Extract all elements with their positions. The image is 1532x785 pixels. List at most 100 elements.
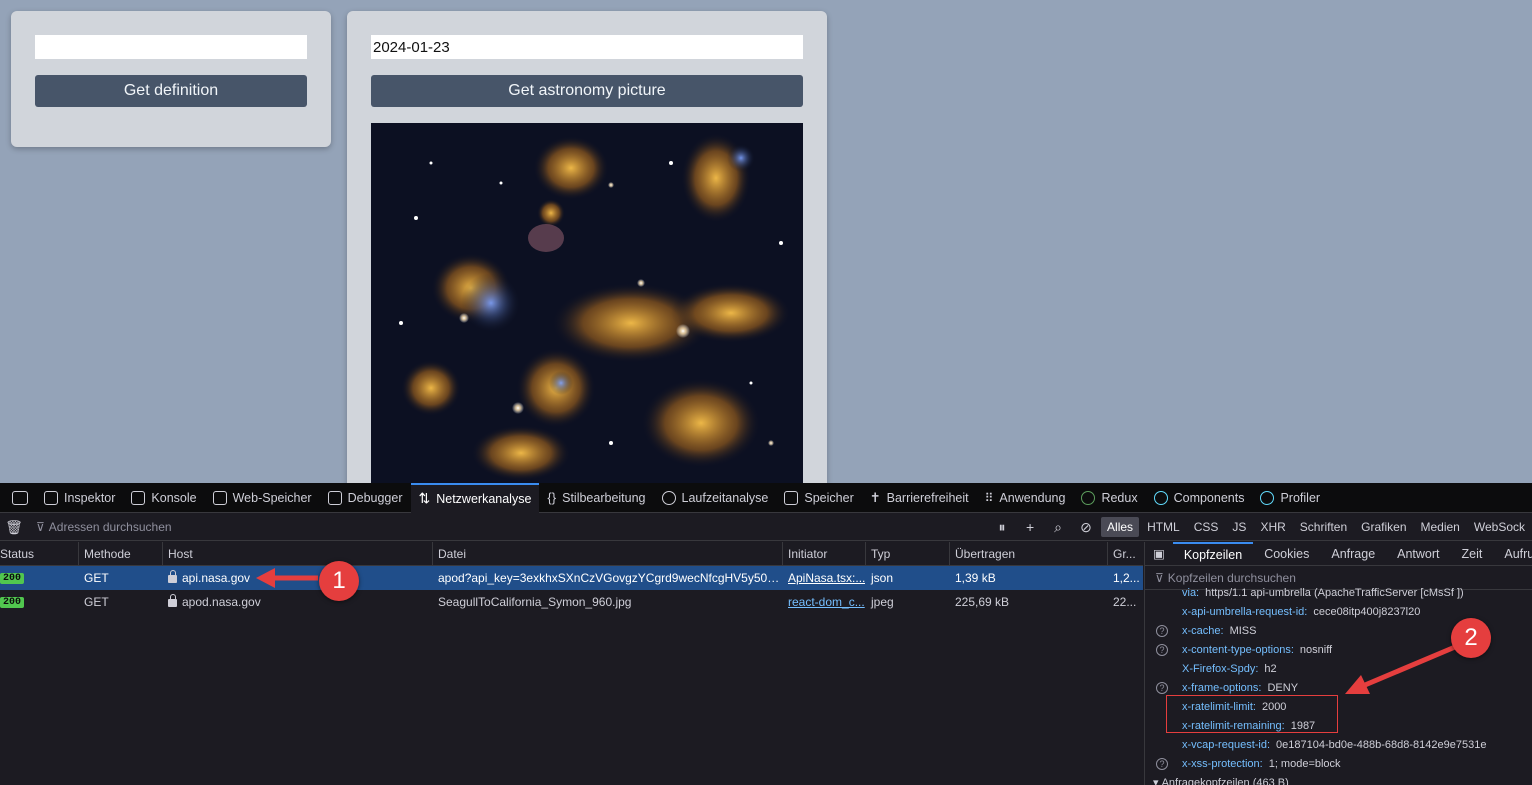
devtools-toolbar: Inspektor Konsole Web-Speicher Debugger … bbox=[0, 482, 1532, 513]
table-row[interactable]: 200 GET api.nasa.gov apod?api_key=3exkhx… bbox=[0, 566, 1143, 590]
tab-antwort[interactable]: Antwort bbox=[1386, 542, 1450, 566]
request-size: 22... bbox=[1113, 595, 1137, 609]
tab-profiler[interactable]: Profiler bbox=[1252, 483, 1328, 513]
header-value: h2 bbox=[1264, 662, 1277, 675]
plus-icon[interactable]: + bbox=[1016, 519, 1044, 535]
request-initiator[interactable]: react-dom_c... bbox=[788, 595, 865, 609]
tab-label: Inspektor bbox=[64, 490, 116, 505]
tab-label: Web-Speicher bbox=[232, 490, 312, 505]
tab-stilbearbeitung[interactable]: {} Stilbearbeitung bbox=[539, 483, 653, 513]
lock-icon bbox=[168, 570, 177, 583]
section-title-text: Anfragekopfzeilen (463 B) bbox=[1161, 776, 1289, 785]
tab-aufruflisten[interactable]: Aufrufl bbox=[1493, 542, 1532, 566]
word-input[interactable] bbox=[35, 35, 307, 59]
header-value: nosniff bbox=[1299, 643, 1333, 656]
debugger-icon bbox=[327, 490, 342, 505]
lock-icon bbox=[168, 594, 177, 607]
header-value: https/1.1 api-umbrella (ApacheTrafficSer… bbox=[1205, 586, 1464, 599]
help-icon[interactable]: ? bbox=[1156, 681, 1168, 694]
tab-inspektor[interactable]: Inspektor bbox=[36, 483, 123, 513]
block-icon[interactable]: ⊘ bbox=[1072, 519, 1100, 536]
type-filter-js[interactable]: JS bbox=[1226, 517, 1252, 537]
request-host: api.nasa.gov bbox=[182, 571, 251, 585]
column-method[interactable]: Methode bbox=[79, 542, 163, 565]
status-badge: 200 bbox=[0, 596, 25, 608]
astronomy-image bbox=[371, 123, 803, 483]
request-transferred: 1,39 kB bbox=[955, 571, 996, 585]
tab-laufzeitanalyse[interactable]: Laufzeitanalyse bbox=[654, 483, 777, 513]
header-name: x-xss-protection: bbox=[1182, 757, 1263, 770]
tab-konsole[interactable]: Konsole bbox=[123, 483, 204, 513]
filter-icon: ⊽ bbox=[36, 520, 45, 534]
search-icon[interactable]: ⌕ bbox=[1044, 519, 1072, 536]
header-name: x-frame-options: bbox=[1182, 681, 1262, 694]
column-status[interactable]: Status bbox=[0, 542, 79, 565]
react-icon bbox=[1260, 490, 1275, 505]
request-initiator[interactable]: ApiNasa.tsx:... bbox=[788, 571, 865, 585]
help-icon[interactable]: ? bbox=[1156, 757, 1168, 770]
header-name: via: bbox=[1182, 586, 1200, 599]
url-filter-input[interactable]: ⊽ Adressen durchsuchen bbox=[36, 520, 172, 534]
tab-barrierefreiheit[interactable]: ✝ Barrierefreiheit bbox=[862, 483, 977, 513]
header-value: DENY bbox=[1267, 681, 1299, 694]
type-filter-images[interactable]: Grafiken bbox=[1355, 517, 1412, 537]
column-type[interactable]: Typ bbox=[866, 542, 950, 565]
tab-kopfzeilen[interactable]: Kopfzeilen bbox=[1172, 542, 1254, 566]
webstorage-icon bbox=[212, 490, 227, 505]
type-filter-media[interactable]: Medien bbox=[1415, 517, 1466, 537]
date-input[interactable] bbox=[371, 35, 803, 59]
annotation-marker-1: 1 bbox=[319, 561, 359, 601]
request-headers-section[interactable]: ▾ Anfragekopfzeilen (463 B) bbox=[1145, 773, 1532, 785]
trash-icon[interactable]: 🗑 bbox=[0, 519, 28, 536]
tab-label: Speicher bbox=[804, 490, 854, 505]
inspector-icon bbox=[44, 490, 58, 505]
type-filter-all[interactable]: Alles bbox=[1101, 517, 1140, 537]
table-row[interactable]: 200 GET apod.nasa.gov SeagullToCaliforni… bbox=[0, 590, 1143, 614]
tab-redux[interactable]: Redux bbox=[1073, 483, 1145, 513]
tab-label: Laufzeitanalyse bbox=[681, 490, 769, 505]
tab-anwendung[interactable]: ⠿ Anwendung bbox=[977, 483, 1074, 513]
help-icon[interactable]: ? bbox=[1156, 624, 1168, 637]
tab-netzwerkanalyse[interactable]: ⇅ Netzwerkanalyse bbox=[410, 482, 540, 513]
get-astronomy-picture-button[interactable]: Get astronomy picture bbox=[371, 75, 803, 107]
highlight-box bbox=[1166, 695, 1338, 733]
details-tabs: ▣ Kopfzeilen Cookies Anfrage Antwort Zei… bbox=[1145, 542, 1532, 566]
header-name: X-Firefox-Spdy: bbox=[1182, 662, 1259, 675]
network-filter-bar: 🗑 ⊽ Adressen durchsuchen ⏸ + ⌕ ⊘ Alles HT… bbox=[0, 514, 1532, 541]
tab-components[interactable]: Components bbox=[1146, 483, 1253, 513]
tab-zeit[interactable]: Zeit bbox=[1451, 542, 1494, 566]
annotation-marker-2: 2 bbox=[1451, 618, 1491, 658]
request-size: 1,2... bbox=[1113, 571, 1140, 585]
tab-cookies[interactable]: Cookies bbox=[1253, 542, 1320, 566]
tab-debugger[interactable]: Debugger bbox=[320, 483, 411, 513]
tab-web-speicher[interactable]: Web-Speicher bbox=[205, 483, 320, 513]
column-transferred[interactable]: Übertragen bbox=[950, 542, 1108, 565]
column-file[interactable]: Datei bbox=[433, 542, 783, 565]
type-filter-websocket[interactable]: WebSock bbox=[1468, 517, 1531, 537]
type-filter-xhr[interactable]: XHR bbox=[1254, 517, 1291, 537]
pause-icon[interactable]: ⏸ bbox=[988, 519, 1016, 536]
get-definition-button[interactable]: Get definition bbox=[35, 75, 307, 107]
column-size[interactable]: Gr... bbox=[1108, 542, 1143, 565]
column-initiator[interactable]: Initiator bbox=[783, 542, 866, 565]
react-icon bbox=[1153, 490, 1168, 505]
type-filter-css[interactable]: CSS bbox=[1188, 517, 1225, 537]
picker-icon bbox=[12, 490, 28, 505]
tab-speicher[interactable]: Speicher bbox=[776, 483, 861, 513]
header-value: 1; mode=block bbox=[1268, 757, 1341, 770]
redux-icon bbox=[1081, 490, 1096, 505]
devtools-panel: Inspektor Konsole Web-Speicher Debugger … bbox=[0, 482, 1532, 785]
tab-anfrage[interactable]: Anfrage bbox=[1320, 542, 1386, 566]
request-list: Status Methode Host Datei Initiator Typ … bbox=[0, 542, 1143, 785]
column-host[interactable]: Host bbox=[163, 542, 433, 565]
apod-card: Get astronomy picture bbox=[347, 11, 827, 531]
header-value: cece08itp400j8237l20 bbox=[1313, 605, 1421, 618]
request-method: GET bbox=[84, 595, 109, 609]
toggle-sidebar-icon[interactable]: ▣ bbox=[1145, 542, 1173, 566]
help-icon[interactable]: ? bbox=[1156, 643, 1168, 656]
gauge-icon bbox=[661, 490, 676, 505]
type-filter-fonts[interactable]: Schriften bbox=[1294, 517, 1353, 537]
element-picker-button[interactable] bbox=[4, 483, 36, 513]
request-host: apod.nasa.gov bbox=[182, 595, 261, 609]
type-filter-html[interactable]: HTML bbox=[1141, 517, 1186, 537]
